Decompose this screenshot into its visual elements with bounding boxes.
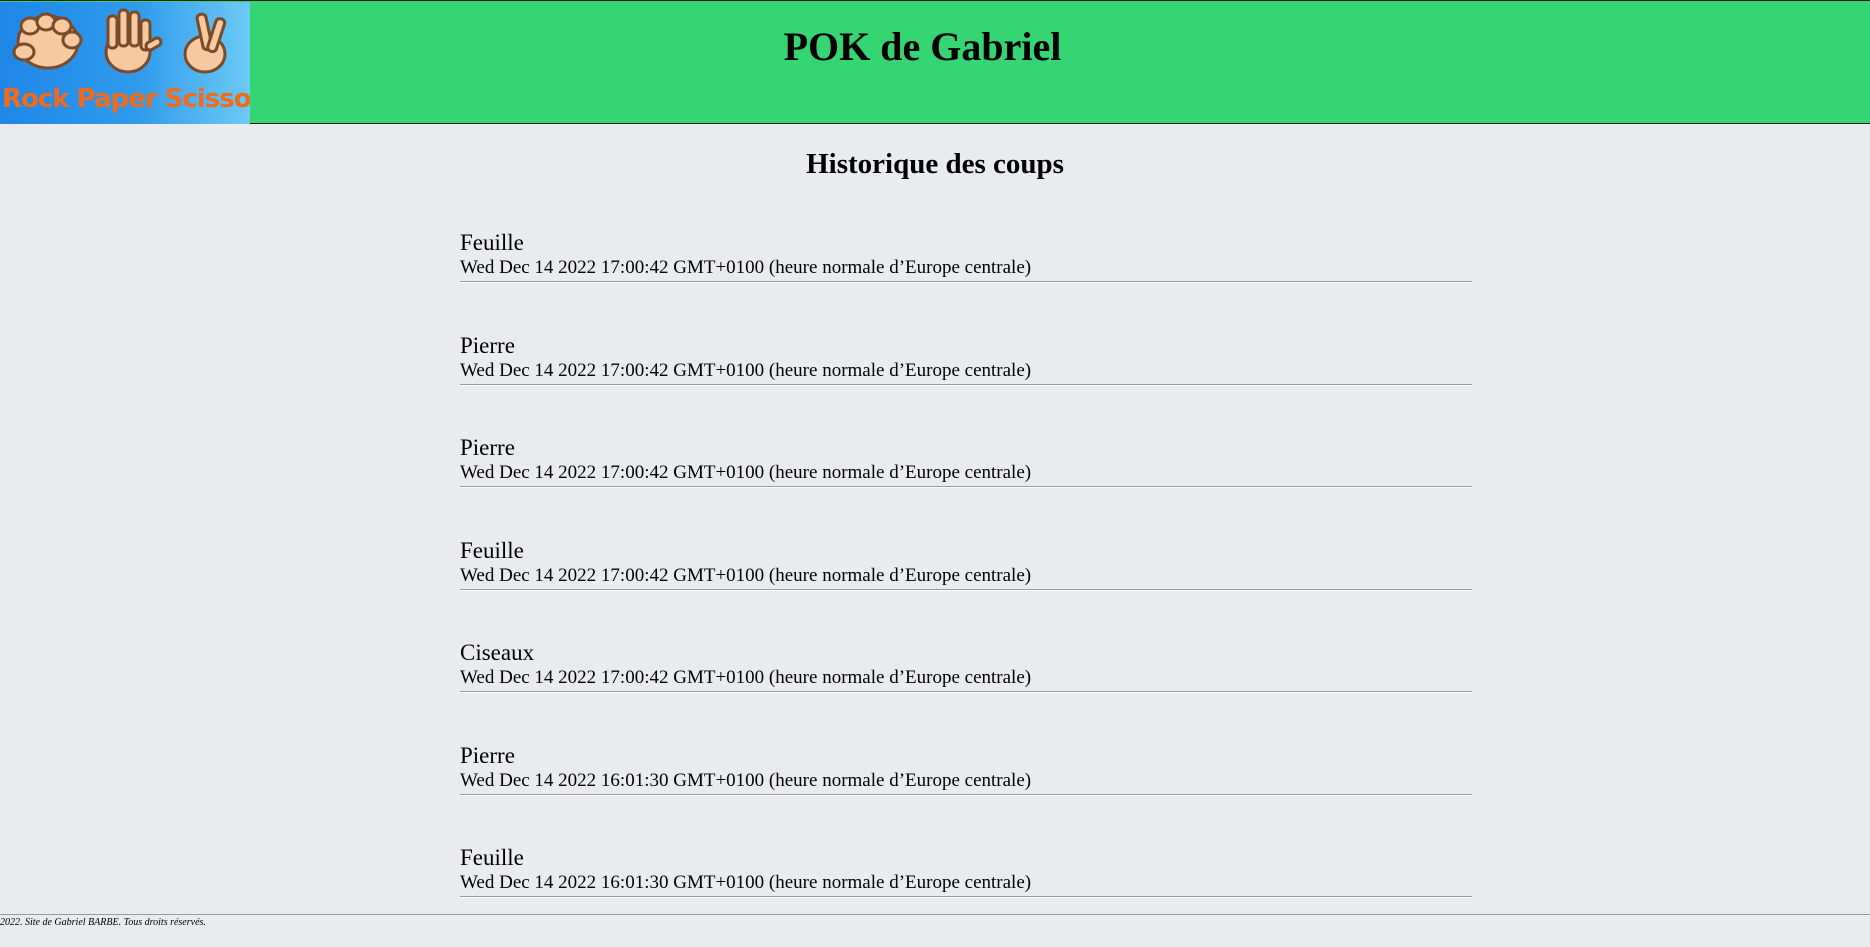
move-timestamp: Wed Dec 14 2022 17:00:42 GMT+0100 (heure… [460,564,1032,586]
move-label: Feuille [460,845,524,870]
move-timestamp: Wed Dec 14 2022 17:00:42 GMT+0100 (heure… [460,257,1032,278]
move-timestamp: Wed Dec 14 2022 16:01:30 GMT+0100 (heure… [460,769,1032,791]
copyright-text: 2022. Site de Gabriel BARBE. Tous droits… [0,917,206,928]
list-item: Pierre Wed Dec 14 2022 17:00:42 GMT+0100… [460,434,1472,537]
divider [460,588,1472,591]
list-item: Pierre Wed Dec 14 2022 17:00:42 GMT+0100… [460,332,1472,435]
divider [460,896,1472,898]
move-label: Feuille [460,537,524,563]
move-timestamp: Wed Dec 14 2022 17:00:42 GMT+0100 (heure… [460,462,1032,483]
site-header: Rock Paper Scissor POK de Gabriel [0,0,1870,124]
divider [460,281,1472,283]
list-item: Pierre Wed Dec 14 2022 16:01:30 GMT+0100… [460,742,1472,845]
divider [460,793,1472,796]
list-item: Ciseaux Wed Dec 14 2022 17:00:42 GMT+010… [460,639,1472,742]
divider [460,486,1472,488]
move-timestamp: Wed Dec 14 2022 16:01:30 GMT+0100 (heure… [460,872,1032,893]
page-title: Historique des coups [806,148,1064,180]
logo-text: Rock Paper Scissor [2,84,250,114]
site-footer: 2022. Site de Gabriel BARBE. Tous droits… [0,914,1870,943]
site-title: POK de Gabriel [783,24,1062,69]
list-item: Feuille Wed Dec 14 2022 17:00:42 GMT+010… [460,537,1472,640]
move-label: Ciseaux [460,640,535,665]
divider [460,691,1472,693]
move-label: Pierre [460,332,515,358]
move-label: Pierre [460,742,515,768]
move-label: Feuille [460,230,524,255]
history-list: Feuille Wed Dec 14 2022 17:00:42 GMT+010… [460,229,1472,947]
move-label: Pierre [460,435,515,460]
list-item: Feuille Wed Dec 14 2022 17:00:42 GMT+010… [460,229,1472,332]
divider [460,383,1472,386]
move-timestamp: Wed Dec 14 2022 17:00:42 GMT+0100 (heure… [460,667,1032,688]
move-timestamp: Wed Dec 14 2022 17:00:42 GMT+0100 (heure… [460,359,1032,381]
